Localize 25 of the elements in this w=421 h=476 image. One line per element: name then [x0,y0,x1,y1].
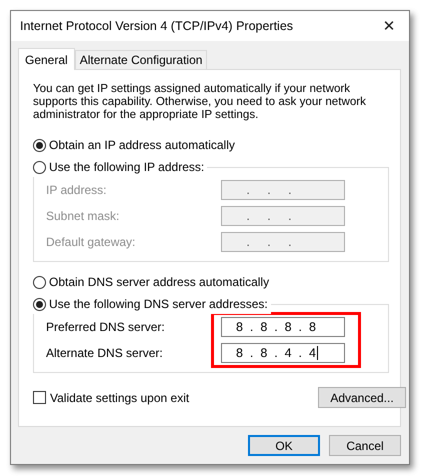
radio-label[interactable]: Obtain an IP address automatically [49,138,235,152]
field-label: Subnet mask: [46,209,120,223]
radio-button[interactable] [33,298,46,310]
checkbox-label[interactable]: Validate settings upon exit [50,390,190,404]
radio-label[interactable]: Use the following DNS server addresses: [49,297,268,311]
radio-button[interactable] [33,160,46,174]
checkbox[interactable] [33,391,46,404]
dialog-button[interactable]: Cancel [329,435,401,456]
tab[interactable]: Alternate Configuration [74,50,208,69]
intro-text: You can get IP settings assigned automatically if your network supports this capability. Otherwise, you need to ask your network administrator for the appropriate IP settings. [33,82,367,121]
advanced-button[interactable]: Advanced... [318,387,406,408]
dialog-button[interactable]: OK [248,435,320,456]
field-label: IP address: [46,183,108,197]
field-label: Preferred DNS server: [46,320,166,334]
field-label: Default gateway: [46,235,136,249]
radio-button[interactable] [33,276,46,288]
radio-button[interactable] [33,138,46,152]
field-label: Alternate DNS server: [46,346,164,360]
ip-address-field[interactable]: 8 . 8 . 4 . 4 [221,343,345,363]
tab[interactable]: General [18,48,75,70]
ip-address-field[interactable]: 8 . 8 . 8 . 8 [221,317,345,337]
radio-label[interactable]: Use the following IP address: [49,160,204,174]
window-title: Internet Protocol Version 4 (TCP/IPv4) Properties [20,19,294,33]
close-button[interactable]: ✕ [369,11,409,41]
radio-label[interactable]: Obtain DNS server address automatically [49,275,270,289]
